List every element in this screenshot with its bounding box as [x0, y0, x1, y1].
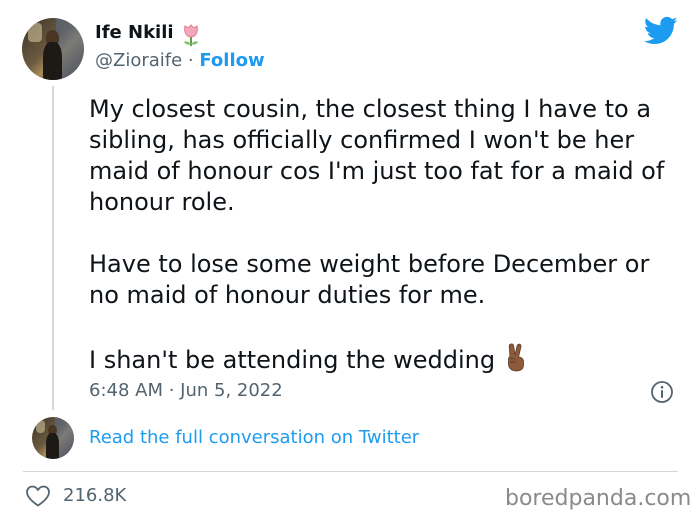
- tweet-paragraph: Have to lose some weight before December…: [89, 250, 650, 309]
- tweet-paragraph: My closest cousin, the closest thing I h…: [89, 95, 665, 216]
- victory-hand-icon: [508, 343, 524, 372]
- watermark: boredpanda.com: [505, 486, 692, 511]
- tweet-paragraph-last: I shan't be attending the wedding: [89, 342, 679, 376]
- tweet-text: My closest cousin, the closest thing I h…: [89, 94, 679, 376]
- follow-button[interactable]: Follow: [199, 50, 264, 71]
- read-conversation-link[interactable]: Read the full conversation on Twitter: [89, 427, 419, 448]
- divider: [23, 471, 678, 472]
- author-name[interactable]: Ife Nkili: [95, 22, 174, 43]
- handle-row: @Zioraife · Follow: [95, 50, 265, 71]
- separator: ·: [182, 50, 200, 71]
- tweet-paragraph-text: I shan't be attending the wedding: [89, 346, 496, 374]
- info-icon[interactable]: [650, 380, 674, 404]
- heart-icon[interactable]: [25, 484, 51, 508]
- tulip-icon: [184, 24, 198, 46]
- thread-line: [52, 86, 54, 410]
- twitter-logo-icon[interactable]: [644, 16, 678, 46]
- author-handle[interactable]: @Zioraife: [95, 50, 182, 71]
- like-count[interactable]: 216.8K: [63, 485, 126, 506]
- tweet-timestamp[interactable]: 6:48 AM · Jun 5, 2022: [89, 380, 283, 401]
- conversation-avatar[interactable]: [32, 417, 74, 459]
- author-avatar[interactable]: [22, 18, 84, 80]
